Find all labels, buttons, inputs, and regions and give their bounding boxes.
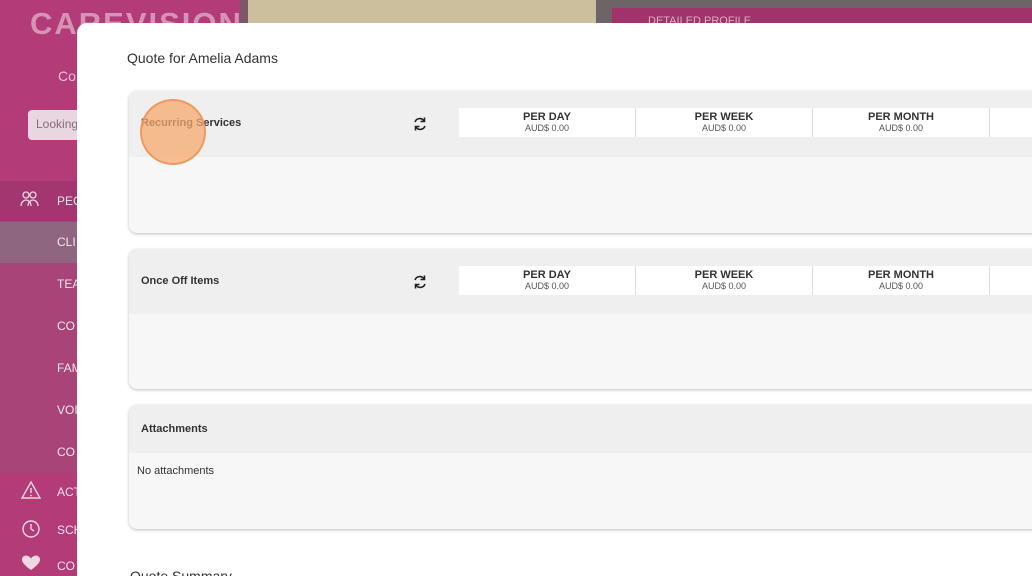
panel-header: Recurring Services PER DAY AUD$ 0.00 PER… bbox=[129, 91, 1032, 157]
heart-icon bbox=[20, 554, 42, 576]
total-per-month: PER MONTH AUD$ 0.00 bbox=[813, 108, 990, 137]
total-label: PER DAY bbox=[523, 111, 571, 123]
warning-icon bbox=[20, 480, 42, 502]
total-per-week: PER WEEK AUD$ 0.00 bbox=[636, 108, 813, 137]
total-value: AUD$ 0.00 bbox=[701, 123, 747, 133]
total-value: AUD$ 0.00 bbox=[701, 281, 747, 291]
background-card bbox=[248, 0, 596, 24]
panel-header: Once Off Items PER DAY AUD$ 0.00 PER WEE… bbox=[129, 249, 1032, 314]
total-value: AUD$ 0.00 bbox=[524, 123, 570, 133]
totals-row: PER DAY AUD$ 0.00 PER WEEK AUD$ 0.00 PER… bbox=[459, 108, 1032, 137]
total-per-day: PER DAY AUD$ 0.00 bbox=[459, 108, 636, 137]
sidebar-item-label[interactable]: CO bbox=[57, 319, 75, 333]
total-label: PER DAY bbox=[523, 269, 571, 281]
quote-summary-title: Quote Summary bbox=[130, 568, 232, 576]
sidebar-item-label: CLI bbox=[57, 235, 76, 249]
refresh-icon[interactable] bbox=[411, 273, 429, 291]
panel-header: Attachments bbox=[129, 405, 1032, 453]
no-attachments-text: No attachments bbox=[137, 465, 215, 477]
recurring-services-label: Recurring Services bbox=[141, 117, 242, 129]
total-extra bbox=[990, 108, 1032, 137]
total-label: PER WEEK bbox=[694, 111, 754, 123]
people-icon bbox=[20, 190, 42, 212]
sidebar-item-label[interactable]: VOI bbox=[57, 403, 78, 417]
sidebar-item-label[interactable]: CO bbox=[57, 559, 75, 573]
once-off-items-label: Once Off Items bbox=[141, 275, 220, 287]
total-value: AUD$ 0.00 bbox=[524, 281, 570, 291]
total-per-day: PER DAY AUD$ 0.00 bbox=[459, 266, 636, 295]
totals-row: PER DAY AUD$ 0.00 PER WEEK AUD$ 0.00 PER… bbox=[459, 266, 1032, 295]
total-extra bbox=[990, 266, 1032, 295]
attachments-label: Attachments bbox=[141, 423, 208, 435]
sidebar-context-label: Co bbox=[58, 68, 76, 84]
once-off-items-panel: Once Off Items PER DAY AUD$ 0.00 PER WEE… bbox=[129, 249, 1032, 389]
total-per-month: PER MONTH AUD$ 0.00 bbox=[813, 266, 990, 295]
clock-icon bbox=[20, 518, 42, 540]
recurring-services-panel: Recurring Services PER DAY AUD$ 0.00 PER… bbox=[129, 91, 1032, 233]
refresh-icon[interactable] bbox=[411, 115, 429, 133]
total-value: AUD$ 0.00 bbox=[878, 123, 924, 133]
total-value: AUD$ 0.00 bbox=[878, 281, 924, 291]
total-per-week: PER WEEK AUD$ 0.00 bbox=[636, 266, 813, 295]
quote-modal: Quote for Amelia Adams Recurring Service… bbox=[77, 23, 1032, 576]
total-label: PER MONTH bbox=[868, 111, 934, 123]
modal-title: Quote for Amelia Adams bbox=[127, 50, 278, 66]
attachments-panel: Attachments No attachments bbox=[129, 405, 1032, 529]
total-label: PER MONTH bbox=[868, 269, 934, 281]
sidebar-item-label[interactable]: CO bbox=[57, 445, 75, 459]
total-label: PER WEEK bbox=[694, 269, 754, 281]
